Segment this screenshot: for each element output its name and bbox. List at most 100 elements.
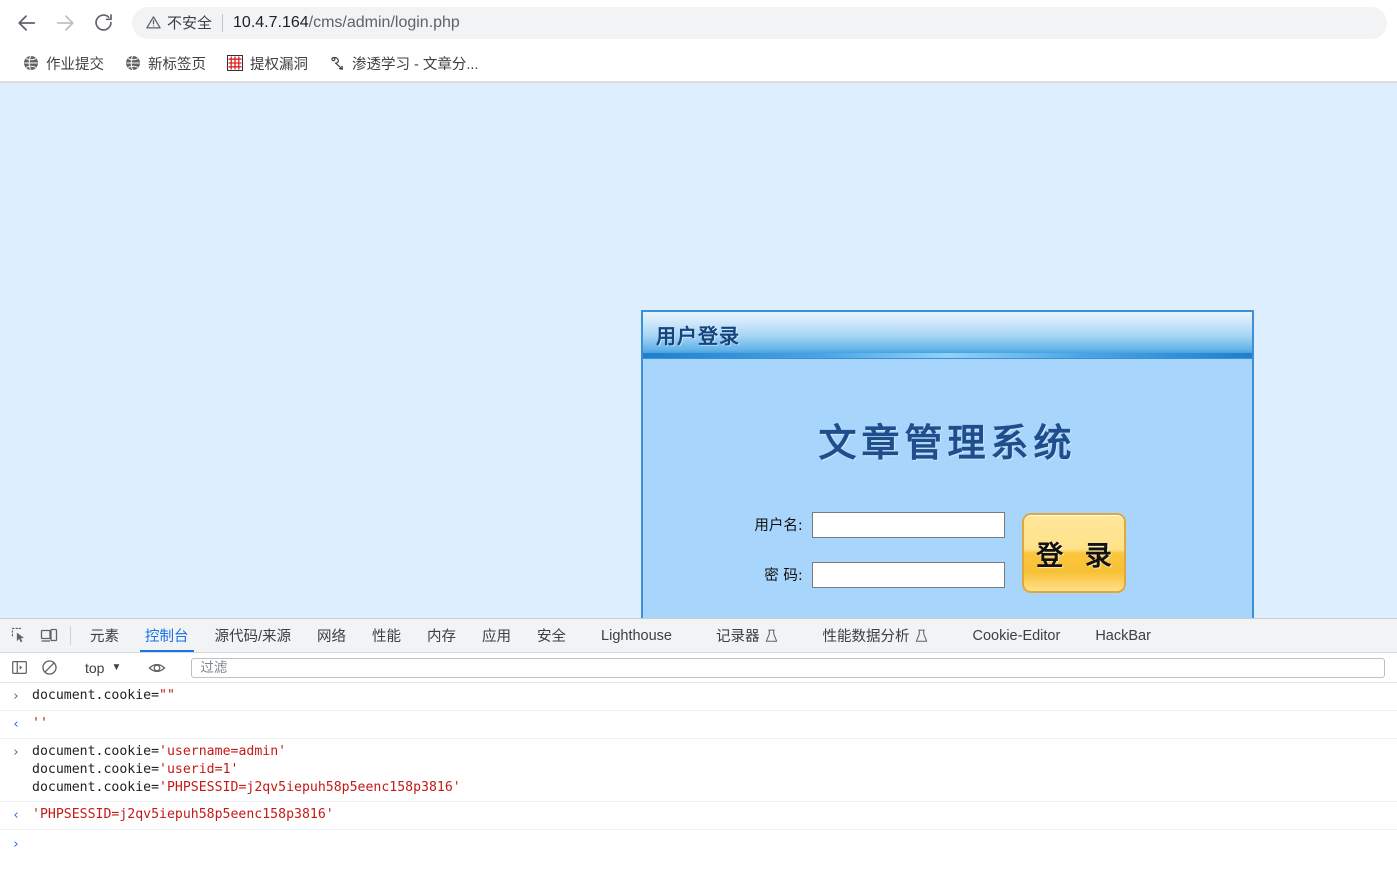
- tab-performance-insights[interactable]: 性能数据分析: [800, 619, 950, 652]
- omnibox-divider: [222, 13, 224, 32]
- devtools-tabbar: 元素 控制台 源代码/来源 网络 性能 内存 应用 安全 Lighthouse …: [0, 619, 1397, 653]
- warning-triangle-icon[interactable]: [146, 15, 161, 30]
- bookmark-label: 作业提交: [46, 56, 104, 73]
- tab-label: 性能: [372, 629, 402, 645]
- tab-application[interactable]: 应用: [469, 619, 524, 652]
- console-output-arrow-icon: ‹: [13, 717, 19, 732]
- tab-label: 源代码/来源: [214, 629, 292, 645]
- console-prompt-arrow-icon: ›: [13, 837, 19, 852]
- tab-label: Lighthouse: [601, 627, 672, 644]
- inspect-element-icon[interactable]: [4, 619, 34, 652]
- console-filter-box[interactable]: [191, 657, 1385, 678]
- page-viewport: 用户登录 文章管理系统 用户名: 密 码: 登 录: [0, 83, 1397, 618]
- flask-icon: [765, 629, 778, 643]
- code-token: 'userid=1': [159, 762, 239, 777]
- url-text: 10.4.7.164/cms/admin/login.php: [233, 14, 460, 32]
- tab-label: HackBar: [1095, 627, 1151, 644]
- tab-sources[interactable]: 源代码/来源: [202, 619, 305, 652]
- device-toolbar-icon[interactable]: [34, 619, 64, 652]
- bookmark-label: 提权漏洞: [250, 56, 308, 73]
- console-input-arrow-icon: ›: [13, 689, 19, 704]
- browser-chrome: 不安全 10.4.7.164/cms/admin/login.php 作业提交 …: [0, 0, 1397, 83]
- console-row[interactable]: ‹ 'PHPSESSID=j2qv5iepuh58p5eenc158p3816': [0, 802, 1397, 830]
- code-token: 'PHPSESSID=j2qv5iepuh58p5eenc158p3816': [159, 780, 461, 795]
- console-sidebar-icon[interactable]: [4, 659, 34, 676]
- console-input-arrow-icon: ›: [13, 745, 19, 760]
- address-bar[interactable]: 不安全 10.4.7.164/cms/admin/login.php: [132, 6, 1387, 39]
- console-prompt[interactable]: ›: [0, 830, 1397, 859]
- bookmark-item-3[interactable]: 渗透学习 - 文章分...: [320, 50, 486, 76]
- tab-network[interactable]: 网络: [304, 619, 359, 652]
- tab-label: 控制台: [145, 629, 189, 645]
- bookmark-item-0[interactable]: 作业提交: [14, 50, 112, 76]
- bookmark-item-1[interactable]: 新标签页: [116, 50, 214, 76]
- tab-security[interactable]: 安全: [524, 619, 579, 652]
- code-token: "": [159, 688, 175, 703]
- tab-elements[interactable]: 元素: [77, 619, 132, 652]
- tab-label: 性能数据分析: [822, 629, 910, 645]
- bookmarks-bar: 作业提交 新标签页 提权漏洞 渗透学习 - 文章分...: [0, 45, 1397, 82]
- username-row: 用户名:: [741, 511, 1005, 538]
- tab-label: 内存: [427, 629, 457, 645]
- reload-icon[interactable]: [86, 6, 120, 40]
- console-row[interactable]: › document.cookie='username=admin' docume…: [0, 739, 1397, 802]
- tab-recorder[interactable]: 记录器: [694, 619, 801, 652]
- password-row: 密 码:: [741, 561, 1005, 588]
- tab-label: 应用: [482, 629, 512, 645]
- console-row-content: 'PHPSESSID=j2qv5iepuh58p5eenc158p3816': [32, 806, 1397, 824]
- username-label: 用户名:: [754, 518, 803, 534]
- devtools-panel: 元素 控制台 源代码/来源 网络 性能 内存 应用 安全 Lighthouse …: [0, 618, 1397, 867]
- console-output[interactable]: › document.cookie="" ‹ '' › document.coo…: [0, 683, 1397, 867]
- page-title: 文章管理系统: [818, 420, 1077, 465]
- bookmark-item-2[interactable]: 提权漏洞: [218, 50, 316, 76]
- login-button[interactable]: 登 录: [1022, 513, 1126, 593]
- red-grid-icon: [226, 55, 243, 72]
- login-panel: 用户登录 文章管理系统 用户名: 密 码: 登 录: [641, 310, 1254, 618]
- tab-console[interactable]: 控制台: [132, 619, 202, 652]
- tab-label: 记录器: [715, 629, 760, 645]
- tab-performance[interactable]: 性能: [359, 619, 414, 652]
- console-row[interactable]: ‹ '': [0, 711, 1397, 739]
- tab-cookie-editor[interactable]: Cookie-Editor: [950, 619, 1082, 652]
- browser-toolbar: 不安全 10.4.7.164/cms/admin/login.php: [0, 0, 1397, 45]
- tab-lighthouse[interactable]: Lighthouse: [579, 619, 694, 652]
- console-row[interactable]: › document.cookie="": [0, 683, 1397, 711]
- execution-context-select[interactable]: top ▼: [79, 660, 127, 676]
- tab-label: Cookie-Editor: [972, 627, 1061, 644]
- code-token: 'username=admin': [159, 744, 287, 759]
- bookmark-label: 新标签页: [148, 56, 206, 73]
- forward-icon[interactable]: [48, 6, 82, 40]
- clear-console-icon[interactable]: [34, 659, 64, 676]
- password-input[interactable]: [811, 561, 1005, 588]
- console-row-content: '': [32, 715, 1397, 733]
- live-expression-eye-icon[interactable]: [142, 659, 172, 677]
- hook-icon: [328, 55, 345, 72]
- url-host: 10.4.7.164: [233, 13, 309, 31]
- panel-header-title: 用户登录: [656, 324, 740, 348]
- execution-context-value: top: [85, 659, 105, 676]
- code-token: document.cookie=: [32, 780, 160, 795]
- console-toolbar: top ▼: [0, 653, 1397, 683]
- tab-memory[interactable]: 内存: [414, 619, 469, 652]
- tab-label: 网络: [317, 629, 347, 645]
- security-label: 不安全: [167, 15, 213, 32]
- login-form: 用户名: 密 码: 登 录: [643, 511, 1252, 611]
- username-input[interactable]: [811, 511, 1005, 538]
- password-label: 密 码:: [764, 568, 803, 584]
- tab-hackbar[interactable]: HackBar: [1082, 619, 1164, 652]
- console-row-content: document.cookie='username=admin' document…: [32, 743, 1397, 797]
- code-token: document.cookie=: [32, 762, 160, 777]
- console-row-content: document.cookie="": [32, 687, 1397, 705]
- back-icon[interactable]: [10, 6, 44, 40]
- code-token: document.cookie=: [32, 744, 160, 759]
- code-token: document.cookie=: [32, 688, 160, 703]
- tab-label: 元素: [90, 629, 119, 645]
- login-fields: 用户名: 密 码:: [643, 511, 1005, 611]
- console-filter-input[interactable]: [198, 659, 1378, 676]
- globe-icon: [22, 55, 39, 72]
- panel-body: 文章管理系统 用户名: 密 码: 登 录: [643, 359, 1252, 618]
- panel-header: 用户登录: [643, 312, 1252, 359]
- url-path: /cms/admin/login.php: [308, 13, 460, 31]
- code-token: '': [32, 716, 48, 731]
- console-output-arrow-icon: ‹: [13, 808, 19, 823]
